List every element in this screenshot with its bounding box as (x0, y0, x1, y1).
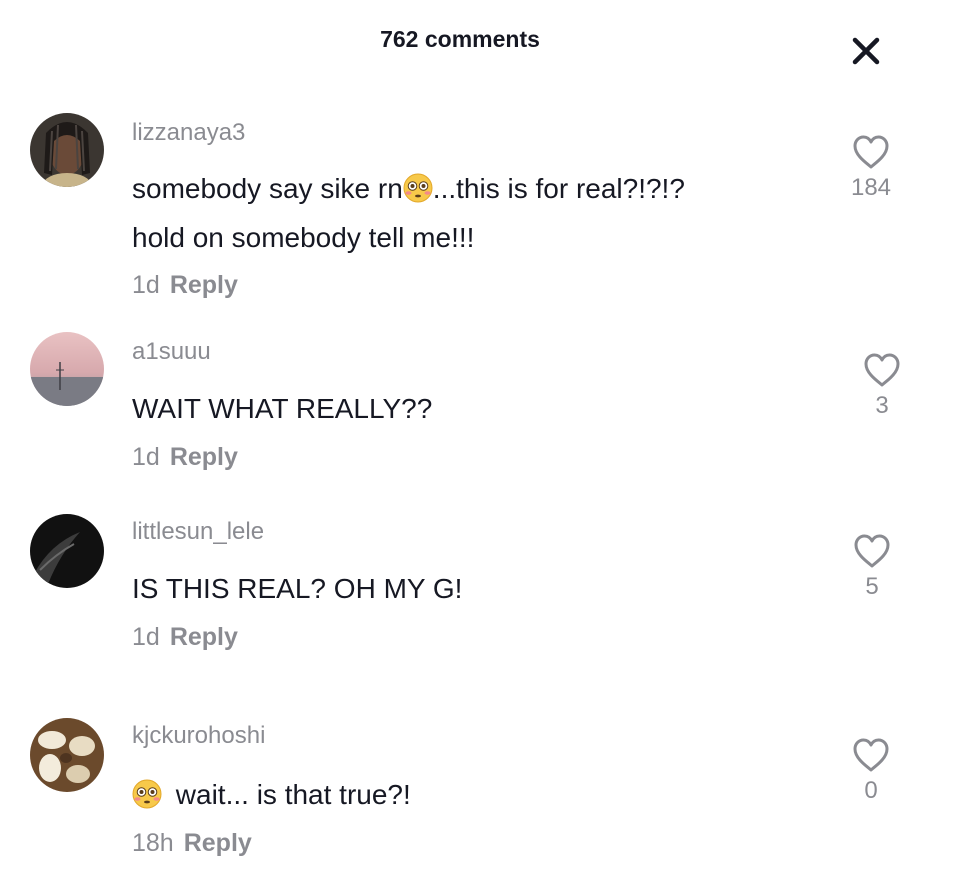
comment-username[interactable]: littlesun_lele (132, 518, 264, 546)
comment-username[interactable]: kjckurohoshi (132, 722, 265, 750)
flushed-face-emoji-icon (132, 779, 162, 809)
like-control: 0 (841, 737, 901, 805)
like-count: 0 (864, 777, 878, 804)
comment-text-part: ...this is for real?!?!? (432, 173, 685, 204)
reply-button[interactable]: Reply (170, 623, 238, 651)
comment-text-part: wait... is that true?! (175, 779, 411, 810)
comment-text: IS THIS REAL? OH MY G! (132, 573, 463, 604)
like-count: 5 (865, 573, 879, 600)
comment-text-line-2: hold on somebody tell me!!! (132, 222, 475, 253)
comment-text: wait... is that true?! (132, 770, 411, 819)
comments-panel: 762 comments lizzanaya3 somebody say sik… (0, 0, 960, 885)
comment-text-part: somebody say sike rn (132, 173, 403, 204)
heart-icon[interactable] (851, 737, 891, 773)
close-icon (852, 37, 880, 65)
comment-text: WAIT WHAT REALLY?? (132, 393, 433, 424)
comment-text: somebody say sike rn ...this is for real?… (132, 164, 685, 213)
comment-time: 1d (132, 443, 160, 471)
comment-time: 1d (132, 271, 160, 299)
comment-meta: 18h Reply (132, 829, 252, 858)
close-button[interactable] (846, 31, 886, 71)
flushed-face-emoji-icon (403, 173, 433, 203)
like-control: 3 (852, 352, 912, 420)
reply-button[interactable]: Reply (170, 443, 238, 471)
avatar[interactable] (30, 514, 104, 588)
reply-button[interactable]: Reply (184, 829, 252, 857)
comment-meta: 1d Reply (132, 623, 238, 652)
comment-time: 1d (132, 623, 160, 651)
avatar[interactable] (30, 113, 104, 187)
comment-username[interactable]: a1suuu (132, 338, 211, 366)
comment-meta: 1d Reply (132, 443, 238, 472)
comment-username[interactable]: lizzanaya3 (132, 119, 245, 147)
comment-meta: 1d Reply (132, 271, 238, 300)
like-control: 5 (842, 533, 902, 601)
comments-count-title: 762 comments (380, 26, 540, 52)
heart-icon[interactable] (852, 533, 892, 569)
reply-button[interactable]: Reply (170, 271, 238, 299)
heart-icon[interactable] (862, 352, 902, 388)
like-count: 3 (875, 392, 889, 419)
avatar[interactable] (30, 718, 104, 792)
like-count: 184 (850, 174, 892, 201)
comment-time: 18h (132, 829, 174, 857)
like-control: 184 (841, 134, 901, 202)
avatar[interactable] (30, 332, 104, 406)
heart-icon[interactable] (851, 134, 891, 170)
